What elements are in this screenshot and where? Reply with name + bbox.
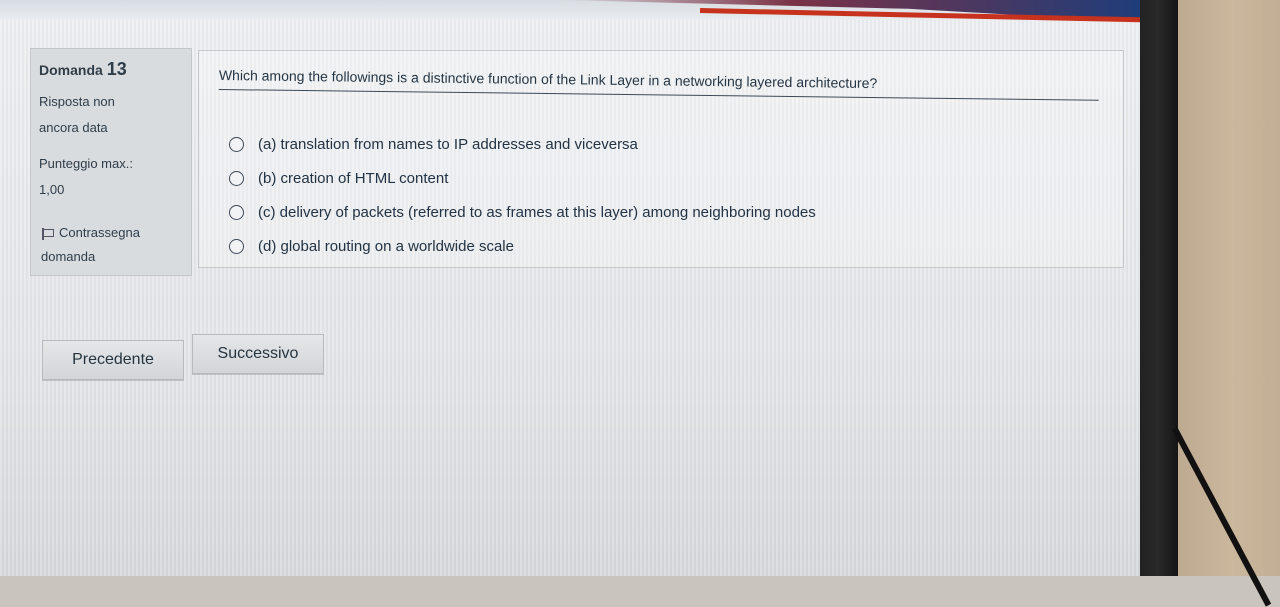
answer-option-a[interactable]: (a) translation from names to IP address…	[229, 127, 1109, 161]
answer-label-b: (b) creation of HTML content	[258, 169, 449, 187]
answer-option-d[interactable]: (d) global routing on a worldwide scale	[229, 229, 1109, 263]
answer-status-line2: ancora data	[39, 120, 108, 135]
next-button[interactable]: Successivo	[192, 334, 324, 374]
flag-question-link[interactable]: Contrassegna domanda	[41, 221, 191, 269]
answer-status-line1: Risposta non	[39, 94, 115, 109]
flag-label-line1: Contrassegna	[59, 225, 140, 240]
question-info-panel: Domanda 13 Risposta non ancora data Punt…	[30, 48, 192, 276]
question-number: 13	[106, 59, 127, 79]
question-text: Which among the followings is a distinct…	[218, 67, 1099, 101]
background-wall	[1160, 0, 1280, 576]
question-number-title: Domanda 13	[39, 59, 127, 80]
question-label: Domanda	[39, 62, 103, 78]
radio-option-d[interactable]	[229, 238, 244, 254]
previous-button[interactable]: Precedente	[42, 340, 184, 380]
answer-option-b[interactable]: (b) creation of HTML content	[229, 161, 1109, 195]
answer-label-c: (c) delivery of packets (referred to as …	[258, 203, 816, 221]
radio-option-b[interactable]	[229, 170, 244, 186]
flag-icon	[41, 227, 55, 240]
question-box: Which among the followings is a distinct…	[198, 50, 1124, 268]
radio-option-c[interactable]	[229, 204, 244, 220]
answer-option-c[interactable]: (c) delivery of packets (referred to as …	[229, 195, 1109, 229]
score-label: Punteggio max.:	[39, 156, 133, 171]
screen: Domanda 13 Risposta non ancora data Punt…	[0, 0, 1140, 576]
flag-label-line2: domanda	[41, 249, 96, 264]
radio-option-a[interactable]	[229, 136, 244, 152]
answer-label-d: (d) global routing on a worldwide scale	[258, 237, 514, 255]
answer-label-a: (a) translation from names to IP address…	[258, 135, 638, 153]
score-value: 1,00	[39, 182, 65, 197]
answer-list: (a) translation from names to IP address…	[229, 127, 1109, 263]
